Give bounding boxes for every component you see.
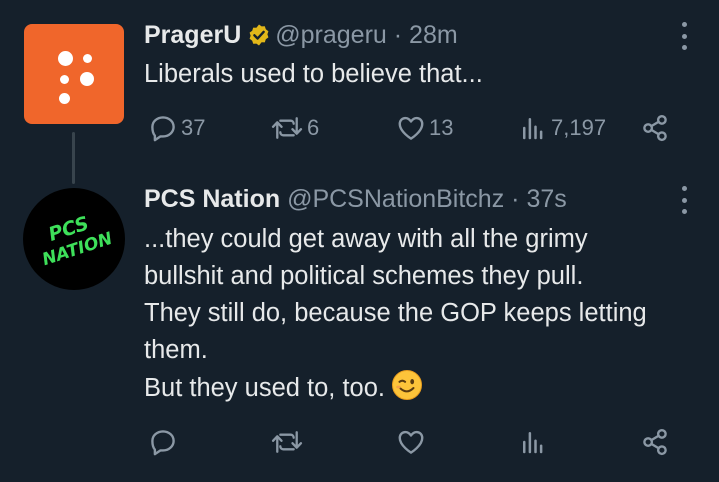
tweet-text-line: They still do, because the GOP keeps let… [144, 299, 647, 327]
tweet-pragerU[interactable]: PragerU @prageru · 28m Liberals used to b… [0, 0, 719, 184]
timestamp[interactable]: 37s [526, 185, 566, 213]
tweet-text-line: Liberals used to believe that... [144, 60, 483, 88]
tweet-actions: 37 6 13 7,197 [0, 110, 719, 146]
like-button[interactable]: 13 [396, 110, 453, 146]
retweet-button[interactable]: 6 [270, 110, 319, 146]
reply-count: 37 [181, 115, 206, 140]
share-icon [643, 114, 667, 142]
timestamp[interactable]: 28m [409, 21, 458, 49]
views-button[interactable]: 7,197 [518, 110, 606, 146]
tweet-text-line: But they used to, too. [144, 369, 647, 412]
tweet-text: ...they could get away with all the grim… [144, 221, 647, 412]
logo-dot [83, 54, 92, 63]
tweet-actions [0, 424, 719, 460]
tweet-header: PCS Nation @PCSNationBitchz · 37s [144, 184, 567, 214]
display-name[interactable]: PragerU [144, 21, 241, 49]
heart-icon [398, 430, 424, 454]
tweet-header: PragerU @prageru · 28m [144, 20, 458, 54]
tweet-text: Liberals used to believe that... [144, 56, 483, 93]
analytics-icon [523, 118, 543, 140]
reply-icon [151, 430, 175, 456]
handle[interactable]: @prageru [275, 21, 387, 49]
display-name[interactable]: PCS Nation [144, 185, 280, 213]
heart-icon [398, 116, 424, 140]
tweet-text-segment: But they used to, too. [144, 374, 385, 402]
like-count: 13 [429, 115, 454, 140]
separator-dot: · [386, 21, 410, 49]
logo-dot [60, 75, 69, 84]
reply-button[interactable] [148, 424, 178, 460]
retweet-count: 6 [307, 115, 320, 140]
reply-button[interactable]: 37 [148, 110, 205, 146]
separator-dot: · [504, 185, 527, 213]
retweet-icon [271, 431, 303, 453]
retweet-button[interactable] [270, 424, 304, 460]
tweet-text-line: them. [144, 336, 208, 364]
share-icon [643, 428, 667, 456]
views-button[interactable] [518, 424, 548, 460]
verified-badge-icon [247, 23, 271, 54]
more-options-icon[interactable] [677, 186, 691, 214]
logo-dot [58, 51, 73, 66]
reply-icon [151, 116, 175, 142]
logo-dot [80, 72, 94, 86]
view-count: 7,197 [551, 115, 607, 140]
tweet-text-line: ...they could get away with all the grim… [144, 225, 588, 253]
avatar-prageru[interactable] [24, 24, 124, 124]
avatar-pcs-nation[interactable]: PCS NATION [23, 188, 125, 290]
tweet-pcs-nation[interactable]: PCS NATION PCS Nation @PCSNationBitchz ·… [0, 170, 719, 482]
share-button[interactable] [640, 110, 670, 146]
winking-face-icon [391, 369, 423, 412]
pcs-nation-logo: PCS NATION [40, 212, 115, 270]
share-button[interactable] [640, 424, 670, 460]
retweet-icon [271, 117, 303, 139]
like-button[interactable] [396, 424, 426, 460]
logo-dot [59, 93, 70, 104]
handle[interactable]: @PCSNationBitchz [287, 185, 504, 213]
analytics-icon [523, 432, 543, 454]
more-options-icon[interactable] [677, 22, 691, 50]
tweet-text-line: bullshit and political schemes they pull… [144, 262, 584, 290]
